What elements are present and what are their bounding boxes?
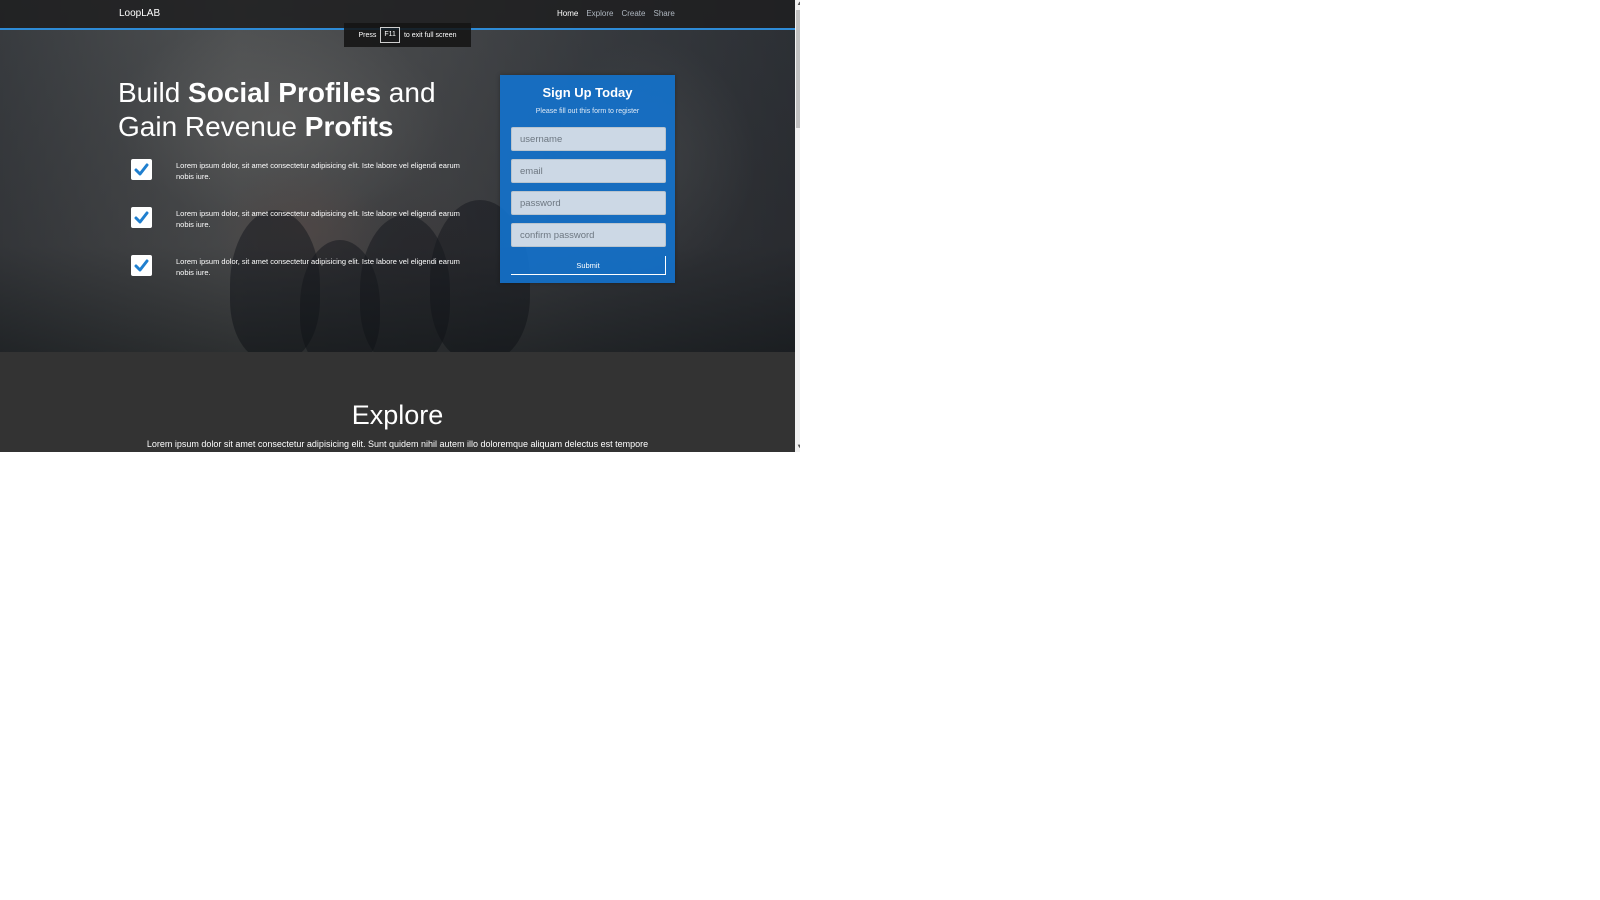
email-field[interactable] bbox=[511, 159, 666, 183]
headline-part: Social Profiles bbox=[188, 77, 382, 108]
feature-text: Lorem ipsum dolor, sit amet consectetur … bbox=[176, 257, 460, 277]
feature-text: Lorem ipsum dolor, sit amet consectetur … bbox=[176, 209, 460, 229]
explore-text: Lorem ipsum dolor sit amet consectetur a… bbox=[146, 439, 649, 449]
fullscreen-notice-before: Press bbox=[358, 31, 377, 39]
fullscreen-notice: Press F11 to exit full screen bbox=[344, 23, 471, 47]
feature-text: Lorem ipsum dolor, sit amet consectetur … bbox=[176, 161, 460, 181]
headline-part: Profits bbox=[304, 111, 394, 142]
nav-link-create[interactable]: Create bbox=[621, 9, 645, 18]
scrollbar-thumb[interactable] bbox=[796, 10, 800, 128]
chevron-up-icon[interactable]: ▲ bbox=[795, 0, 800, 9]
hero-headline: Build Social Profiles and Gain Revenue P… bbox=[118, 76, 488, 144]
password-field[interactable] bbox=[511, 191, 666, 215]
confirm-password-field[interactable] bbox=[511, 223, 666, 247]
nav-link-home[interactable]: Home bbox=[557, 9, 578, 18]
feature-item: Lorem ipsum dolor, sit amet consectetur … bbox=[131, 159, 471, 193]
username-field[interactable] bbox=[511, 127, 666, 151]
check-icon bbox=[131, 159, 152, 180]
page-scrollbar[interactable]: ▲ ▼ bbox=[795, 0, 800, 452]
feature-item: Lorem ipsum dolor, sit amet consectetur … bbox=[131, 207, 471, 241]
nav-link-share[interactable]: Share bbox=[653, 9, 674, 18]
explore-section: Explore Lorem ipsum dolor sit amet conse… bbox=[0, 352, 795, 452]
feature-item: Lorem ipsum dolor, sit amet consectetur … bbox=[131, 255, 471, 289]
headline-part: Build bbox=[118, 77, 189, 108]
explore-title: Explore bbox=[351, 400, 444, 430]
signup-subtitle: Please fill out this form to register bbox=[535, 108, 640, 115]
signup-title: Sign Up Today bbox=[542, 85, 633, 100]
signup-form: Sign Up Today Please fill out this form … bbox=[500, 75, 675, 283]
nav-links: Home Explore Create Share bbox=[557, 9, 675, 18]
hero-section: Build Social Profiles and Gain Revenue P… bbox=[0, 0, 795, 370]
check-icon bbox=[131, 207, 152, 228]
browser-viewport: Build Social Profiles and Gain Revenue P… bbox=[0, 0, 800, 452]
submit-button[interactable]: Submit bbox=[511, 256, 666, 275]
check-icon bbox=[131, 255, 152, 276]
brand-logo[interactable]: LoopLAB bbox=[119, 8, 160, 19]
chevron-down-icon[interactable]: ▼ bbox=[795, 443, 800, 452]
nav-link-explore[interactable]: Explore bbox=[586, 9, 613, 18]
fullscreen-key: F11 bbox=[380, 27, 400, 43]
fullscreen-notice-after: to exit full screen bbox=[403, 31, 457, 39]
